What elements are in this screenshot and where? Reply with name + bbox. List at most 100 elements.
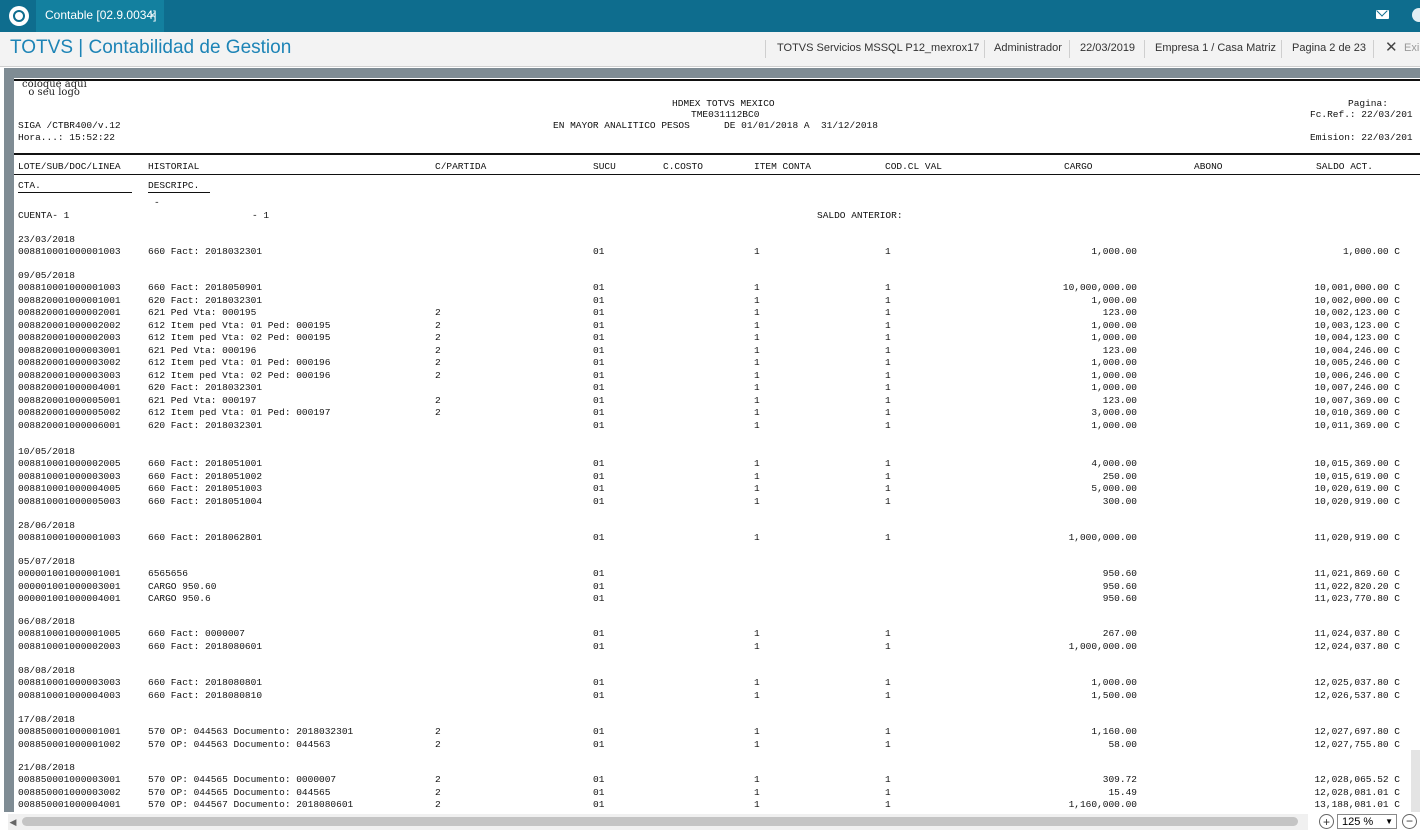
item-cell: 1 — [754, 307, 760, 318]
lote-cell: 008850001000003001 — [18, 774, 121, 785]
cpartida-cell: 2 — [435, 786, 441, 798]
cargo-cell: 1,160,000.00 — [1068, 799, 1137, 810]
saldo-cell: 10,007,369.00 C — [1314, 394, 1400, 406]
codcl-cell: 1 — [885, 738, 891, 750]
cpartida-cell: 2 — [435, 407, 441, 418]
item-cell: 1 — [754, 246, 760, 257]
item-cell: 1 — [754, 689, 760, 701]
codcl-cell: 1 — [885, 319, 891, 331]
cargo-cell: 1,000.00 — [1091, 332, 1137, 343]
item-cell: 1 — [754, 738, 760, 750]
cpartida-cell: 2 — [435, 369, 441, 381]
title-bar: Contable [02.9.0034] × — [0, 0, 1420, 32]
zoom-select[interactable]: 125 % ▼ — [1337, 814, 1397, 829]
mail-icon[interactable] — [1376, 10, 1389, 19]
cargo-cell: 4,000.00 — [1091, 458, 1137, 469]
cargo-cell: 58.00 — [1108, 738, 1137, 750]
user-icon[interactable] — [1412, 8, 1420, 22]
cpartida-cell: 2 — [435, 726, 441, 737]
saldo-cell: 10,015,369.00 C — [1314, 458, 1400, 469]
header-rule — [14, 153, 1420, 155]
item-cell: 1 — [754, 419, 760, 431]
date-group-header: 09/05/2018 — [18, 270, 76, 281]
item-cell: 1 — [754, 799, 760, 810]
exit-label[interactable]: Exi — [1404, 42, 1419, 54]
historial-cell: 570 OP: 044563 Documento: 044563 — [148, 738, 331, 750]
item-cell: 1 — [754, 726, 760, 737]
lote-cell: 008820001000001001 — [18, 294, 121, 306]
item-cell: 1 — [754, 344, 760, 356]
vertical-scrollbar[interactable] — [1411, 750, 1420, 812]
item-cell: 1 — [754, 774, 760, 785]
cta-label: CTA. — [18, 180, 41, 191]
company-label: Empresa 1 / Casa Matriz — [1155, 42, 1277, 54]
item-cell: 1 — [754, 532, 760, 543]
sucu-cell: 01 — [593, 332, 605, 343]
codcl-cell: 1 — [885, 282, 891, 293]
sucu-cell: 01 — [593, 726, 605, 737]
saldo-cell: 11,021,869.60 C — [1314, 568, 1400, 579]
sucu-cell: 01 — [593, 495, 605, 507]
descripc-label: DESCRIPC. — [148, 180, 200, 191]
item-cell: 1 — [754, 458, 760, 469]
saldo-cell: 12,027,697.80 C — [1314, 726, 1400, 737]
item-cell: 1 — [754, 332, 760, 343]
col-item: ITEM CONTA — [754, 161, 812, 172]
date-group-header: 10/05/2018 — [18, 446, 76, 457]
lote-cell: 008810001000004003 — [18, 689, 121, 701]
cargo-cell: 950.60 — [1102, 593, 1137, 604]
historial-cell: 620 Fact: 2018032301 — [148, 419, 263, 431]
date-group-header: 05/07/2018 — [18, 556, 76, 567]
cargo-cell: 250.00 — [1102, 470, 1137, 482]
lote-cell: 000001001000004001 — [18, 593, 121, 604]
tab-contable[interactable]: Contable [02.9.0034] × — [36, 0, 164, 32]
historial-cell: 660 Fact: 2018032301 — [148, 246, 263, 257]
pagina-label: Pagina: — [1348, 98, 1388, 109]
sucu-cell: 01 — [593, 628, 605, 639]
historial-cell: 570 OP: 044565 Documento: 0000007 — [148, 774, 337, 785]
sucu-cell: 01 — [593, 282, 605, 293]
sucu-cell: 01 — [593, 689, 605, 701]
header-divider — [1144, 40, 1145, 58]
sucu-cell: 01 — [593, 532, 605, 543]
item-cell: 1 — [754, 294, 760, 306]
codcl-cell: 1 — [885, 307, 891, 318]
tab-close-icon[interactable]: × — [149, 0, 156, 30]
report-subtitle: EN MAYOR ANALITICO PESOS DE 01/01/2018 A… — [553, 120, 878, 131]
date-group-header: 06/08/2018 — [18, 616, 76, 627]
lote-cell: 008810001000001003 — [18, 282, 121, 293]
company-name: HDMEX TOTVS MEXICO — [672, 98, 775, 109]
cargo-cell: 1,000.00 — [1091, 369, 1137, 381]
horizontal-scroll-thumb[interactable] — [22, 817, 1298, 826]
historial-cell: 570 OP: 044563 Documento: 2018032301 — [148, 726, 354, 737]
horizontal-scrollbar[interactable]: ◀ — [8, 814, 1308, 830]
totvs-logo-icon[interactable] — [9, 6, 29, 26]
item-cell: 1 — [754, 483, 760, 494]
header-divider — [984, 40, 985, 58]
codcl-cell: 1 — [885, 419, 891, 431]
historial-cell: 612 Item ped Vta: 02 Ped: 000195 — [148, 332, 331, 343]
fc-ref-label: Fc.Ref.: 22/03/201 — [1310, 109, 1413, 120]
saldo-cell: 12,024,037.80 C — [1314, 640, 1400, 652]
codcl-cell: 1 — [885, 407, 891, 418]
cuenta-label: CUENTA- 1 — [18, 210, 70, 221]
codcl-cell: 1 — [885, 689, 891, 701]
sucu-cell: 01 — [593, 246, 605, 257]
codcl-cell: 1 — [885, 369, 891, 381]
zoom-in-button[interactable]: + — [1319, 814, 1334, 829]
descripc-underline — [148, 192, 210, 193]
zoom-out-button[interactable]: − — [1402, 814, 1417, 829]
scroll-left-arrow-icon[interactable]: ◀ — [8, 816, 18, 828]
saldo-anterior-label: SALDO ANTERIOR: — [817, 210, 903, 221]
item-cell: 1 — [754, 677, 760, 688]
historial-cell: 660 Fact: 2018080601 — [148, 640, 263, 652]
cpartida-cell: 2 — [435, 394, 441, 406]
saldo-cell: 10,004,123.00 C — [1314, 332, 1400, 343]
col-cpartida: C/PARTIDA — [435, 161, 487, 172]
page-label: Pagina 2 de 23 — [1292, 42, 1367, 54]
sucu-cell: 01 — [593, 458, 605, 469]
app-title: TOTVS | Contabilidad de Gestion — [10, 37, 292, 58]
cargo-cell: 950.60 — [1102, 580, 1137, 592]
header-divider — [1373, 40, 1374, 58]
exit-icon[interactable]: ✕ — [1385, 38, 1398, 56]
